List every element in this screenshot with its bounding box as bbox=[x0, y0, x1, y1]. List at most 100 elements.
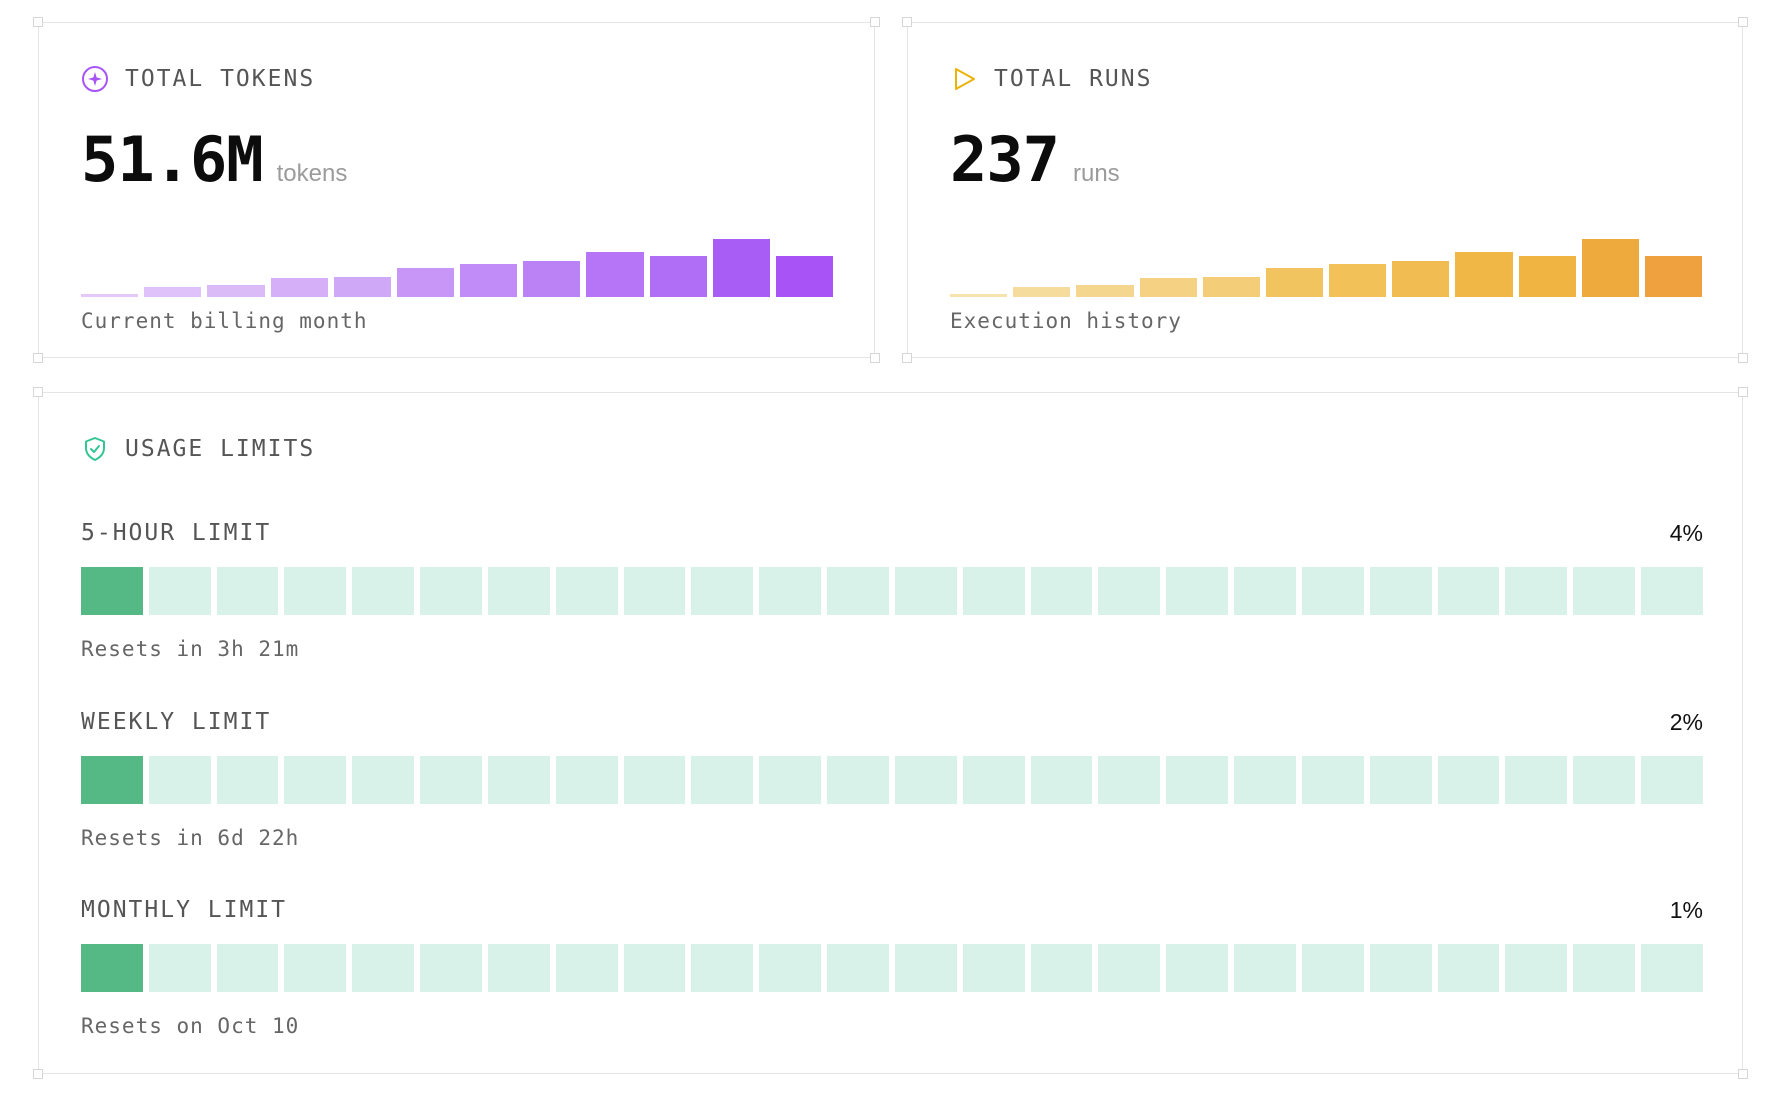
segment-empty bbox=[1301, 567, 1364, 615]
segment-empty bbox=[148, 944, 211, 992]
segment-empty bbox=[216, 944, 279, 992]
card-header: TOTAL RUNS bbox=[950, 65, 1152, 93]
limit-weekly: WEEKLY LIMIT 2% Resets in 6d 22h bbox=[81, 706, 1703, 850]
limit-row-head: MONTHLY LIMIT 1% bbox=[81, 894, 1703, 926]
segment-empty bbox=[1234, 756, 1296, 804]
resize-handle-bottom-right[interactable] bbox=[1738, 353, 1748, 363]
segment-empty bbox=[1234, 944, 1296, 992]
segment-empty bbox=[1369, 567, 1432, 615]
chart-bar bbox=[1392, 261, 1450, 297]
segment-empty bbox=[1437, 944, 1500, 992]
chart-bar bbox=[1581, 239, 1639, 297]
chart-bar bbox=[144, 287, 202, 297]
sparkle-circle-icon bbox=[82, 66, 108, 92]
chart-bar bbox=[1518, 256, 1576, 297]
segment-empty bbox=[352, 567, 415, 615]
segment-empty bbox=[1641, 944, 1703, 992]
metric: 51.6M tokens bbox=[81, 123, 347, 196]
segment-empty bbox=[1369, 756, 1432, 804]
chart-bar bbox=[1139, 278, 1197, 297]
segment-empty bbox=[555, 944, 618, 992]
segment-empty bbox=[420, 944, 482, 992]
card-title: TOTAL RUNS bbox=[994, 66, 1153, 92]
card-caption: Current billing month bbox=[81, 309, 368, 333]
chart-bar bbox=[1076, 285, 1134, 297]
segment-empty bbox=[623, 756, 686, 804]
segment-empty bbox=[216, 756, 279, 804]
segment-empty bbox=[691, 944, 754, 992]
segment-filled bbox=[81, 756, 143, 804]
metric-unit: tokens bbox=[276, 160, 348, 187]
segment-empty bbox=[894, 756, 957, 804]
segment-empty bbox=[1301, 756, 1364, 804]
segment-empty bbox=[352, 944, 415, 992]
segment-empty bbox=[420, 567, 482, 615]
segment-filled bbox=[81, 567, 143, 615]
limit-row-head: 5-HOUR LIMIT 4% bbox=[81, 517, 1703, 549]
segment-empty bbox=[284, 944, 347, 992]
resize-handle-top-left[interactable] bbox=[33, 17, 43, 27]
segment-empty bbox=[1573, 567, 1636, 615]
resize-handle-bottom-left[interactable] bbox=[902, 353, 912, 363]
resize-handle-top-left[interactable] bbox=[33, 387, 43, 397]
resize-handle-top-right[interactable] bbox=[1738, 387, 1748, 397]
segment-empty bbox=[962, 944, 1025, 992]
segment-empty bbox=[420, 756, 482, 804]
card-header: TOTAL TOKENS bbox=[81, 65, 315, 93]
segment-empty bbox=[1166, 944, 1229, 992]
segment-empty bbox=[555, 756, 618, 804]
segment-empty bbox=[894, 567, 957, 615]
chart-bar bbox=[1644, 256, 1703, 297]
card-caption: Execution history bbox=[950, 309, 1182, 333]
usage-limits-card: USAGE LIMITS 5-HOUR LIMIT 4% Resets in 3… bbox=[33, 387, 1748, 1079]
limit-percent: 1% bbox=[1669, 896, 1703, 923]
segment-empty bbox=[623, 567, 686, 615]
segment-empty bbox=[1641, 756, 1703, 804]
resize-handle-bottom-left[interactable] bbox=[33, 353, 43, 363]
total-tokens-card: TOTAL TOKENS 51.6M tokens Current billin… bbox=[33, 17, 880, 363]
resize-handle-top-right[interactable] bbox=[1738, 17, 1748, 27]
segment-empty bbox=[148, 756, 211, 804]
segment-empty bbox=[487, 944, 550, 992]
segment-empty bbox=[759, 567, 822, 615]
segment-empty bbox=[1573, 756, 1636, 804]
segment-empty bbox=[759, 756, 822, 804]
segment-filled bbox=[81, 944, 143, 992]
segment-empty bbox=[1098, 756, 1161, 804]
segment-empty bbox=[1234, 567, 1296, 615]
segment-empty bbox=[148, 567, 211, 615]
resize-handle-top-left[interactable] bbox=[902, 17, 912, 27]
segment-empty bbox=[623, 944, 686, 992]
chart-bar bbox=[207, 285, 265, 297]
resize-handle-bottom-right[interactable] bbox=[1738, 1069, 1748, 1079]
segment-empty bbox=[352, 756, 415, 804]
limit-progress-bar bbox=[81, 567, 1703, 615]
chart-bar bbox=[1455, 252, 1513, 297]
shield-check-icon bbox=[85, 437, 105, 461]
segment-empty bbox=[1030, 756, 1093, 804]
card-header: USAGE LIMITS bbox=[81, 435, 315, 463]
chart-bar bbox=[1265, 268, 1324, 297]
segment-empty bbox=[284, 567, 347, 615]
segment-empty bbox=[894, 944, 957, 992]
chart-bar bbox=[460, 264, 518, 297]
segment-empty bbox=[691, 567, 754, 615]
segment-empty bbox=[487, 756, 550, 804]
limit-percent: 2% bbox=[1669, 708, 1703, 735]
resize-handle-top-right[interactable] bbox=[870, 17, 880, 27]
resize-handle-bottom-left[interactable] bbox=[33, 1069, 43, 1079]
segment-empty bbox=[1030, 567, 1093, 615]
limit-five-hour: 5-HOUR LIMIT 4% Resets in 3h 21m bbox=[81, 517, 1703, 661]
segment-empty bbox=[1030, 944, 1093, 992]
chart-bar bbox=[950, 294, 1008, 297]
segment-empty bbox=[216, 567, 279, 615]
segment-empty bbox=[1301, 944, 1364, 992]
segment-empty bbox=[1641, 567, 1703, 615]
limit-label: MONTHLY LIMIT bbox=[81, 897, 288, 923]
card-title: USAGE LIMITS bbox=[125, 436, 316, 462]
segment-empty bbox=[284, 756, 347, 804]
segment-empty bbox=[1098, 944, 1161, 992]
segment-empty bbox=[827, 567, 889, 615]
resize-handle-bottom-right[interactable] bbox=[870, 353, 880, 363]
segment-empty bbox=[1505, 567, 1568, 615]
